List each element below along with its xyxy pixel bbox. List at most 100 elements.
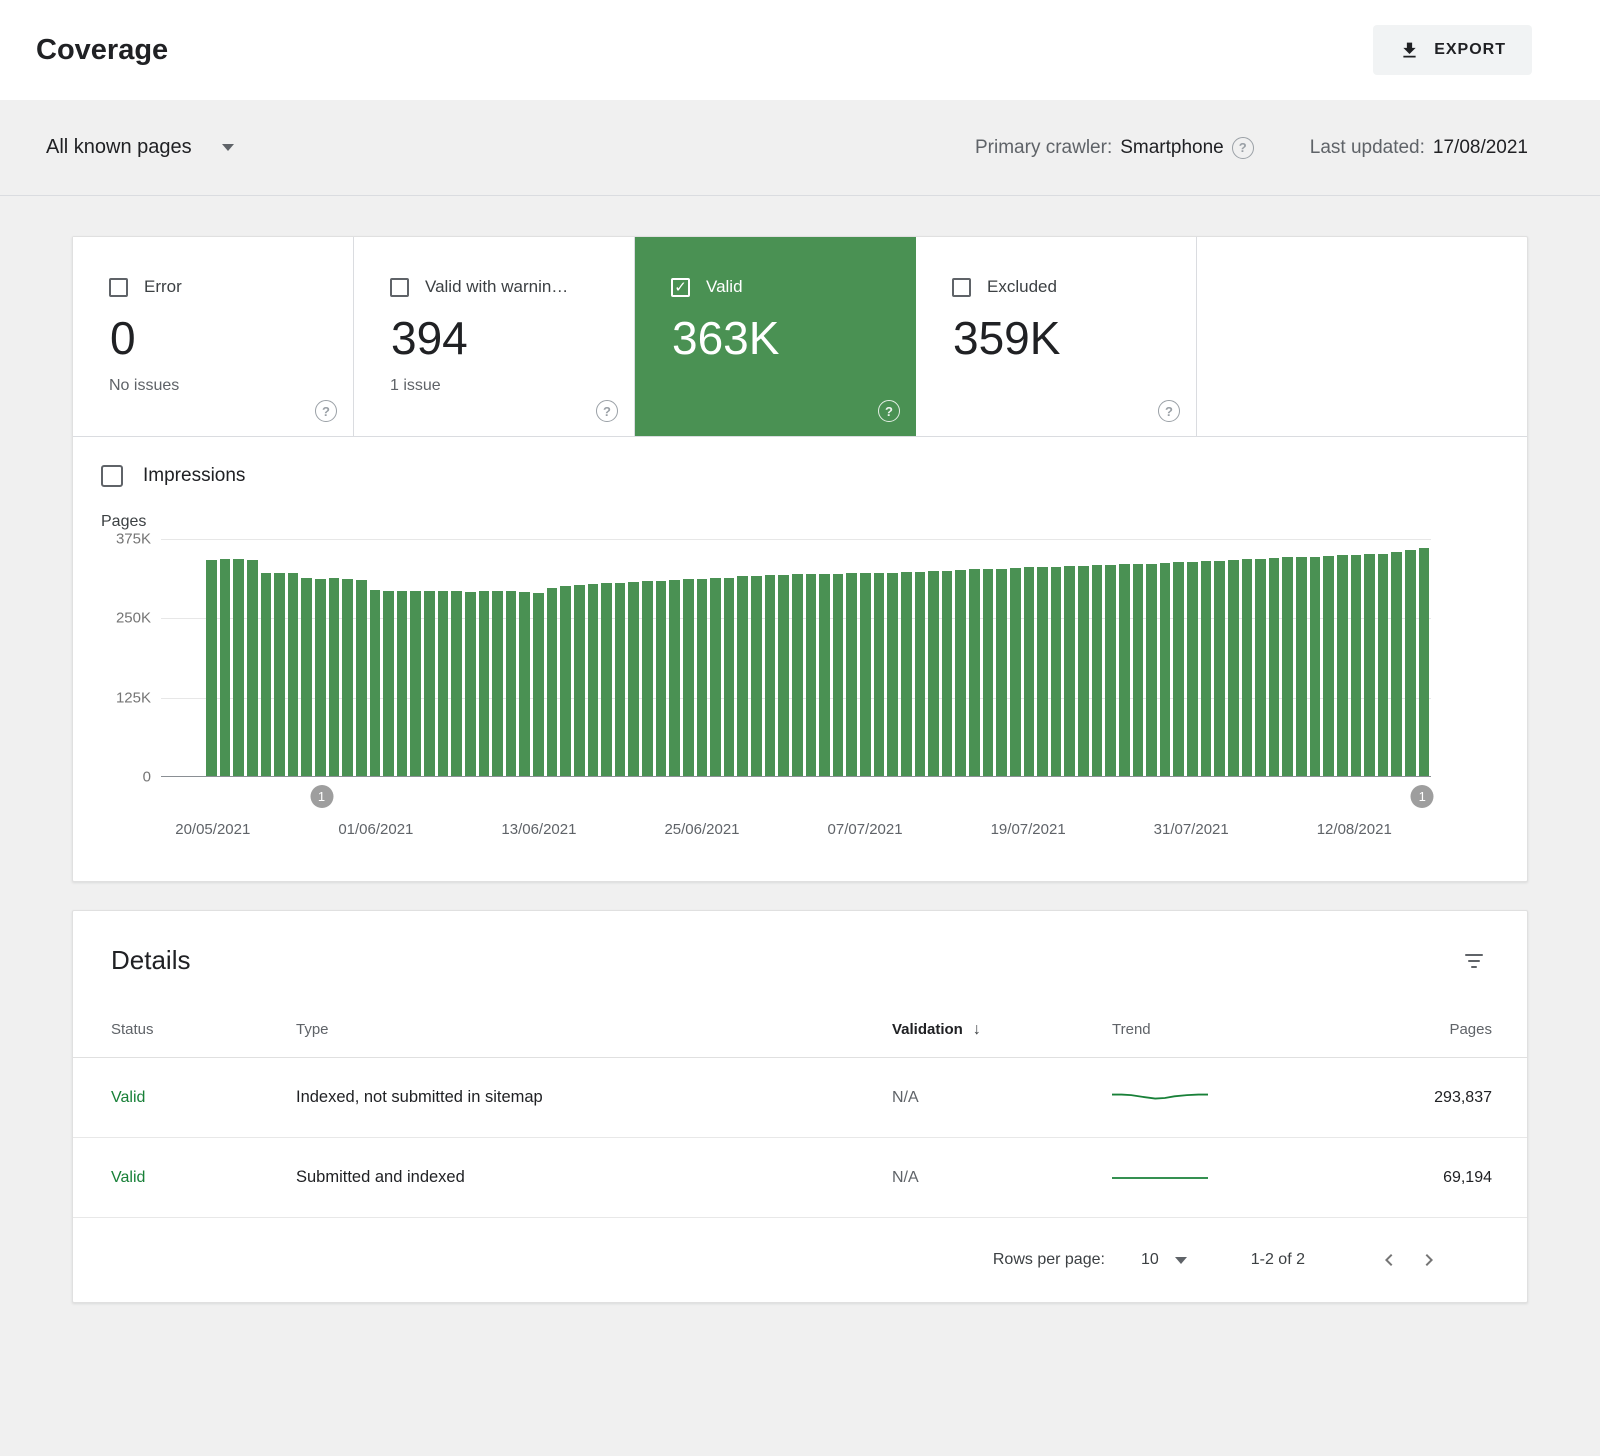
export-button[interactable]: EXPORT <box>1373 25 1532 75</box>
chart-bar[interactable] <box>1242 559 1253 776</box>
chart-bar[interactable] <box>765 575 776 776</box>
chart-bar[interactable] <box>846 573 857 776</box>
chart-bar[interactable] <box>479 591 490 776</box>
chart-bar[interactable] <box>1119 564 1130 776</box>
chart-bar[interactable] <box>1214 561 1225 777</box>
chart-bar[interactable] <box>233 559 244 776</box>
chart-bar[interactable] <box>1064 566 1075 776</box>
chart-bar[interactable] <box>438 591 449 776</box>
chart-bar[interactable] <box>1092 565 1103 776</box>
chart-bar[interactable] <box>874 573 885 777</box>
chart-bar[interactable] <box>1310 557 1321 776</box>
column-header-pages[interactable]: Pages <box>1342 1021 1492 1038</box>
chart-bar[interactable] <box>1323 556 1334 776</box>
chart-bar[interactable] <box>342 579 353 776</box>
chart-bar[interactable] <box>656 581 667 776</box>
status-card-valid-with-warnings[interactable]: Valid with warnin… 394 1 issue <box>354 237 635 436</box>
chart-bar[interactable] <box>1037 567 1048 776</box>
checkbox-checked-icon[interactable] <box>671 278 690 297</box>
checkbox-unchecked-icon[interactable] <box>952 278 971 297</box>
chart-bar[interactable] <box>1255 559 1266 776</box>
chart-bar[interactable] <box>547 588 558 776</box>
chart-bar[interactable] <box>1419 548 1430 776</box>
chart-bar[interactable] <box>1364 554 1375 776</box>
chart-bar[interactable] <box>955 570 966 776</box>
checkbox-unchecked-icon[interactable] <box>101 465 123 487</box>
chart-bar[interactable] <box>397 591 408 776</box>
chart-bar[interactable] <box>792 574 803 776</box>
chart-bar[interactable] <box>928 571 939 776</box>
annotation-marker[interactable]: 1 <box>1411 785 1434 808</box>
annotation-marker[interactable]: 1 <box>310 785 333 808</box>
chart-bar[interactable] <box>519 592 530 776</box>
chart-bar[interactable] <box>315 579 326 776</box>
help-icon[interactable] <box>1158 400 1180 422</box>
chart-bar[interactable] <box>860 573 871 776</box>
chart-bar[interactable] <box>1391 552 1402 776</box>
chart-bar[interactable] <box>887 573 898 777</box>
checkbox-unchecked-icon[interactable] <box>390 278 409 297</box>
column-header-trend[interactable]: Trend <box>1112 1021 1342 1038</box>
column-header-type[interactable]: Type <box>296 1021 892 1038</box>
chart-bar[interactable] <box>506 591 517 776</box>
chart-bar[interactable] <box>1173 562 1184 776</box>
table-row[interactable]: Valid Submitted and indexed N/A 69,194 <box>73 1138 1527 1218</box>
chart-bar[interactable] <box>697 579 708 776</box>
chart-bar[interactable] <box>628 582 639 776</box>
chart-bar[interactable] <box>1051 567 1062 776</box>
chart-bar[interactable] <box>451 591 462 776</box>
chart-bar[interactable] <box>1337 555 1348 776</box>
chart-bar[interactable] <box>492 591 503 776</box>
chart-bar[interactable] <box>615 583 626 776</box>
chart-bar[interactable] <box>683 579 694 776</box>
chart-bar[interactable] <box>383 591 394 776</box>
next-page-button[interactable] <box>1409 1240 1449 1280</box>
chart-bar[interactable] <box>288 573 299 777</box>
chart-bar[interactable] <box>996 569 1007 776</box>
chart-bar[interactable] <box>560 586 571 776</box>
rows-per-page-dropdown[interactable]: 10 <box>1141 1251 1187 1269</box>
chart-bar[interactable] <box>356 580 367 776</box>
chart-bar[interactable] <box>819 574 830 776</box>
chart-bar[interactable] <box>1010 568 1021 776</box>
chart-bar[interactable] <box>247 560 258 776</box>
help-icon[interactable] <box>878 400 900 422</box>
chart-bar[interactable] <box>533 593 544 776</box>
chart-bar[interactable] <box>915 572 926 776</box>
chart-bar[interactable] <box>751 576 762 776</box>
chart-bar[interactable] <box>424 591 435 776</box>
table-row[interactable]: Valid Indexed, not submitted in sitemap … <box>73 1058 1527 1138</box>
chart-bar[interactable] <box>669 580 680 776</box>
chart-bar[interactable] <box>261 573 272 777</box>
chart-bar[interactable] <box>588 584 599 776</box>
chart-bar[interactable] <box>710 578 721 776</box>
chart-bar[interactable] <box>1269 558 1280 776</box>
previous-page-button[interactable] <box>1369 1240 1409 1280</box>
chart-bar[interactable] <box>778 575 789 776</box>
chart-bar[interactable] <box>1228 560 1239 776</box>
chart-bar[interactable] <box>1201 561 1212 776</box>
chart-bar[interactable] <box>1133 564 1144 776</box>
chart-bar[interactable] <box>642 581 653 776</box>
chart-bar[interactable] <box>1024 567 1035 776</box>
chart-bar[interactable] <box>1187 562 1198 776</box>
chart-bar[interactable] <box>983 569 994 776</box>
help-icon[interactable] <box>596 400 618 422</box>
chart-bar[interactable] <box>574 585 585 776</box>
column-header-validation[interactable]: Validation <box>892 1021 1112 1039</box>
chart-bar[interactable] <box>833 574 844 776</box>
chart-bar[interactable] <box>274 573 285 776</box>
help-icon[interactable] <box>1232 137 1254 159</box>
chart-bar[interactable] <box>370 590 381 776</box>
help-icon[interactable] <box>315 400 337 422</box>
chart-bar[interactable] <box>942 571 953 776</box>
chart-bar[interactable] <box>410 591 421 776</box>
chart-bar[interactable] <box>724 578 735 776</box>
checkbox-unchecked-icon[interactable] <box>109 278 128 297</box>
chart-bar[interactable] <box>1378 554 1389 776</box>
status-card-excluded[interactable]: Excluded 359K <box>916 237 1197 436</box>
chart-bar[interactable] <box>969 569 980 776</box>
chart-bar[interactable] <box>465 592 476 776</box>
chart-bar[interactable] <box>329 578 340 776</box>
column-header-status[interactable]: Status <box>111 1021 296 1038</box>
